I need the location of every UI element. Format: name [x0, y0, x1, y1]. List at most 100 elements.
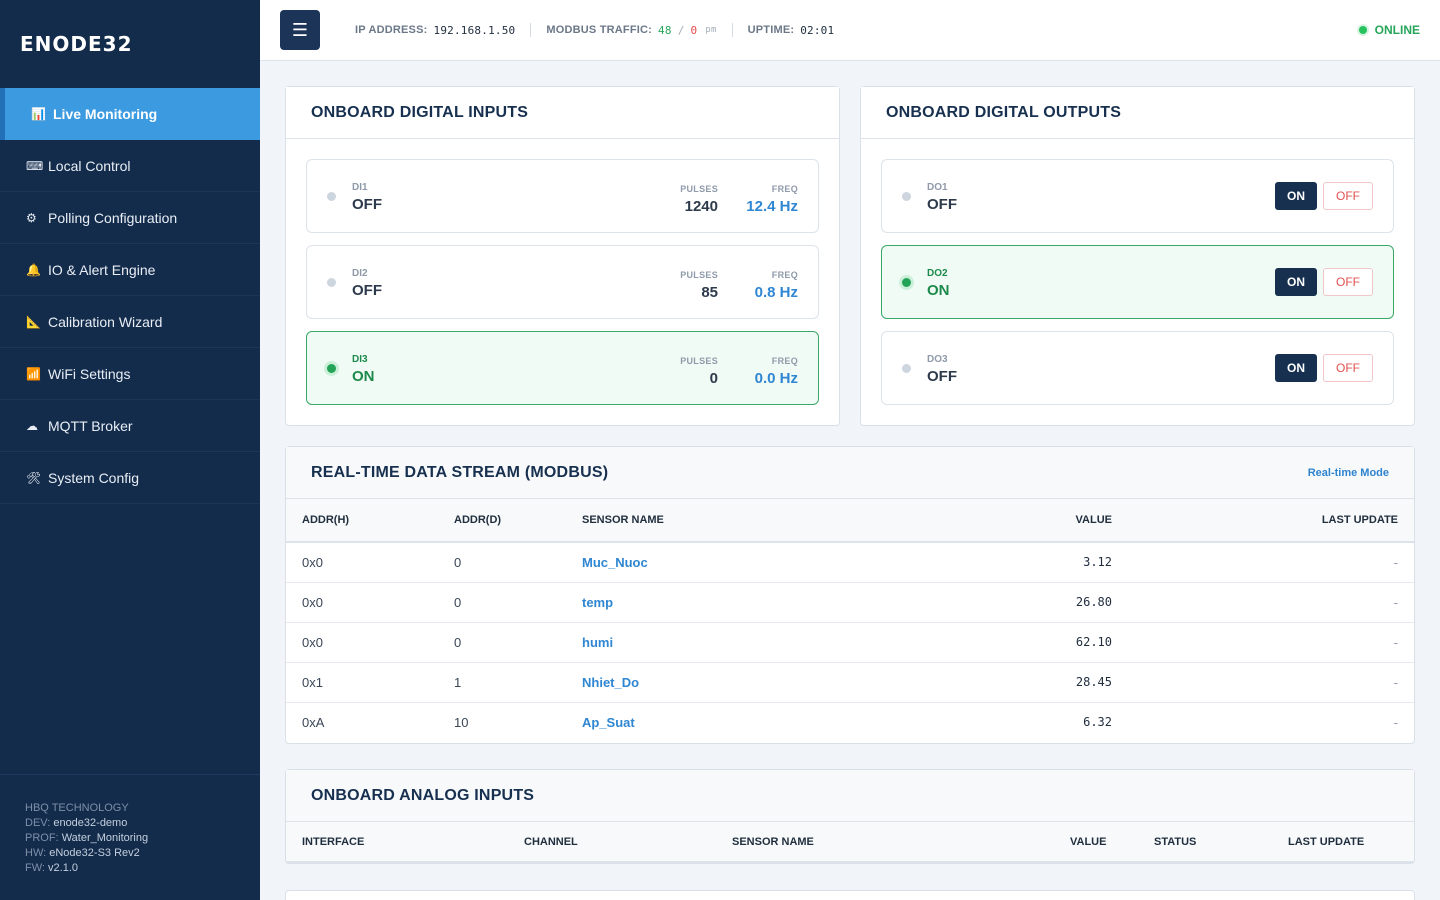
card-header: ONBOARD DIGITAL OUTPUTS	[861, 87, 1414, 139]
state-indicator-icon	[902, 364, 911, 373]
realtime-mode-link[interactable]: Real-time Mode	[1308, 467, 1389, 479]
device-info: HBQ TECHNOLOGY DEV: enode32-demo PROF: W…	[0, 774, 260, 900]
column-header: STATUS	[1154, 822, 1288, 863]
sidebar-item-polling-configuration[interactable]: ⚙ Polling Configuration	[0, 192, 260, 244]
off-button[interactable]: OFF	[1323, 268, 1373, 296]
dev-value: enode32-demo	[53, 817, 128, 829]
card-title: ONBOARD DIGITAL INPUTS	[311, 103, 529, 121]
column-header: CHANNEL	[524, 822, 732, 863]
sidebar-item-label: Polling Configuration	[48, 209, 178, 226]
pulses-value: 1240	[684, 198, 718, 215]
sidebar-item-live-monitoring[interactable]: 📊 Live Monitoring	[0, 88, 260, 140]
digital-outputs-card: ONBOARD DIGITAL OUTPUTS DO1 OFF ON OFF D…	[860, 86, 1415, 426]
output-state: OFF	[927, 368, 957, 385]
addr-hex: 0x0	[286, 582, 454, 623]
output-name: DO1	[927, 182, 948, 193]
freq-value: 0.0 Hz	[754, 370, 798, 387]
last-update: -	[1393, 714, 1398, 730]
last-update: -	[1112, 662, 1414, 703]
on-button[interactable]: ON	[1275, 354, 1317, 382]
pulses-metric: PULSES 1240	[680, 184, 718, 215]
addr-hex: 0x0	[286, 542, 454, 583]
topbar: ☰ IP ADDRESS: 192.168.1.50 MODBUS TRAFFI…	[260, 0, 1440, 61]
table-row: 0x1 1 Nhiet_Do 28.45 -	[286, 662, 1414, 703]
pulses-label: PULSES	[680, 270, 718, 280]
sensor-value: 28.45	[882, 662, 1112, 703]
hamburger-icon: ☰	[291, 19, 309, 40]
input-state: OFF	[352, 282, 382, 299]
sensor-name: Nhiet_Do	[582, 662, 882, 703]
analog-inputs-card: ONBOARD ANALOG INPUTS INTERFACE CHANNEL …	[285, 769, 1415, 864]
analog-table: INTERFACE CHANNEL SENSOR NAME VALUE STAT…	[286, 822, 1414, 863]
sensor-name: Ap_Suat	[582, 714, 635, 730]
device-row: DEV: enode32-demo	[25, 816, 235, 831]
fw-value: v2.1.0	[48, 862, 78, 874]
modbus-table: ADDR(H) ADDR(D) SENSOR NAME VALUE LAST U…	[286, 499, 1414, 742]
uptime: UPTIME: 02:01	[748, 24, 835, 37]
table-header-row: INTERFACE CHANNEL SENSOR NAME VALUE STAT…	[286, 822, 1414, 863]
menu-toggle-button[interactable]: ☰	[280, 10, 320, 50]
firmware-row: FW: v2.1.0	[25, 861, 235, 876]
brand-logo: ENODE32	[20, 32, 133, 56]
wifi-icon: 📶	[26, 366, 41, 381]
sidebar-item-local-control[interactable]: ⌨ Local Control	[0, 140, 260, 192]
pulses-metric: PULSES 85	[680, 270, 718, 301]
input-name: DI2	[352, 268, 368, 279]
off-button[interactable]: OFF	[1323, 354, 1373, 382]
sidebar-item-system-config[interactable]: 🛠 System Config	[0, 452, 260, 504]
divider	[530, 23, 532, 37]
keyboard-icon: ⌨	[26, 158, 44, 173]
next-card	[285, 890, 1415, 900]
modbus-stream-card: REAL-TIME DATA STREAM (MODBUS) Real-time…	[285, 446, 1415, 744]
last-update: -	[1112, 542, 1414, 583]
modbus-traffic: MODBUS TRAFFIC: 48 / 0 pm	[546, 24, 716, 37]
column-header: VALUE	[882, 499, 1112, 543]
traffic-error-count: 0	[690, 23, 698, 37]
status-dot-icon	[1358, 26, 1367, 34]
table-row: 0x0 0 humi 62.10 -	[286, 622, 1414, 663]
sensor-value: 62.10	[882, 622, 1112, 663]
last-update: -	[1112, 622, 1414, 663]
addr-dec: 0	[454, 622, 582, 663]
column-header: VALUE	[1070, 822, 1154, 863]
column-header: LAST UPDATE	[1112, 499, 1414, 543]
cloud-icon: ☁	[26, 418, 38, 433]
addr-hex: 0x0	[286, 622, 454, 663]
card-title: ONBOARD ANALOG INPUTS	[311, 786, 535, 804]
sidebar-item-label: Calibration Wizard	[48, 313, 163, 330]
sidebar-item-label: Live Monitoring	[53, 106, 158, 122]
input-state: ON	[352, 368, 375, 385]
sidebar-item-mqtt-broker[interactable]: ☁ MQTT Broker	[0, 400, 260, 452]
sidebar-item-label: Local Control	[48, 157, 131, 174]
card-header: ONBOARD DIGITAL INPUTS	[286, 87, 839, 139]
sidebar-item-wifi-settings[interactable]: 📶 WiFi Settings	[0, 348, 260, 400]
sensor-name: temp	[582, 582, 882, 623]
freq-metric: FREQ 12.4 Hz	[746, 184, 798, 215]
pulses-value: 85	[701, 284, 718, 301]
hw-value: eNode32-S3 Rev2	[49, 847, 140, 859]
table-row: 0x0 0 temp 26.80 -	[286, 582, 1414, 623]
column-header: ADDR(D)	[454, 499, 582, 543]
hardware-row: HW: eNode32-S3 Rev2	[25, 846, 235, 861]
input-state: OFF	[352, 196, 382, 213]
state-indicator-icon	[327, 192, 336, 201]
prof-label: PROF:	[25, 832, 59, 844]
card-header: ONBOARD ANALOG INPUTS	[286, 770, 1414, 822]
sensor-name: humi	[582, 622, 882, 663]
freq-value: 0.8 Hz	[754, 284, 798, 301]
traffic-ok-count: 48	[658, 23, 672, 37]
uptime-label: UPTIME:	[747, 24, 795, 36]
on-button[interactable]: ON	[1275, 268, 1317, 296]
on-button[interactable]: ON	[1275, 182, 1317, 210]
freq-label: FREQ	[771, 184, 798, 194]
addr-hex: 0x1	[286, 662, 454, 703]
off-button[interactable]: OFF	[1323, 182, 1373, 210]
last-update: -	[1112, 582, 1414, 623]
column-header: LAST UPDATE	[1288, 822, 1414, 863]
gear-icon: ⚙	[26, 210, 37, 225]
addr-dec: 0	[454, 582, 582, 623]
freq-value: 12.4 Hz	[746, 198, 798, 215]
sidebar-item-io-alert-engine[interactable]: 🔔 IO & Alert Engine	[0, 244, 260, 296]
sidebar-item-calibration-wizard[interactable]: 📐 Calibration Wizard	[0, 296, 260, 348]
table-row: 0x0 0 Muc_Nuoc 3.12 -	[286, 542, 1414, 583]
